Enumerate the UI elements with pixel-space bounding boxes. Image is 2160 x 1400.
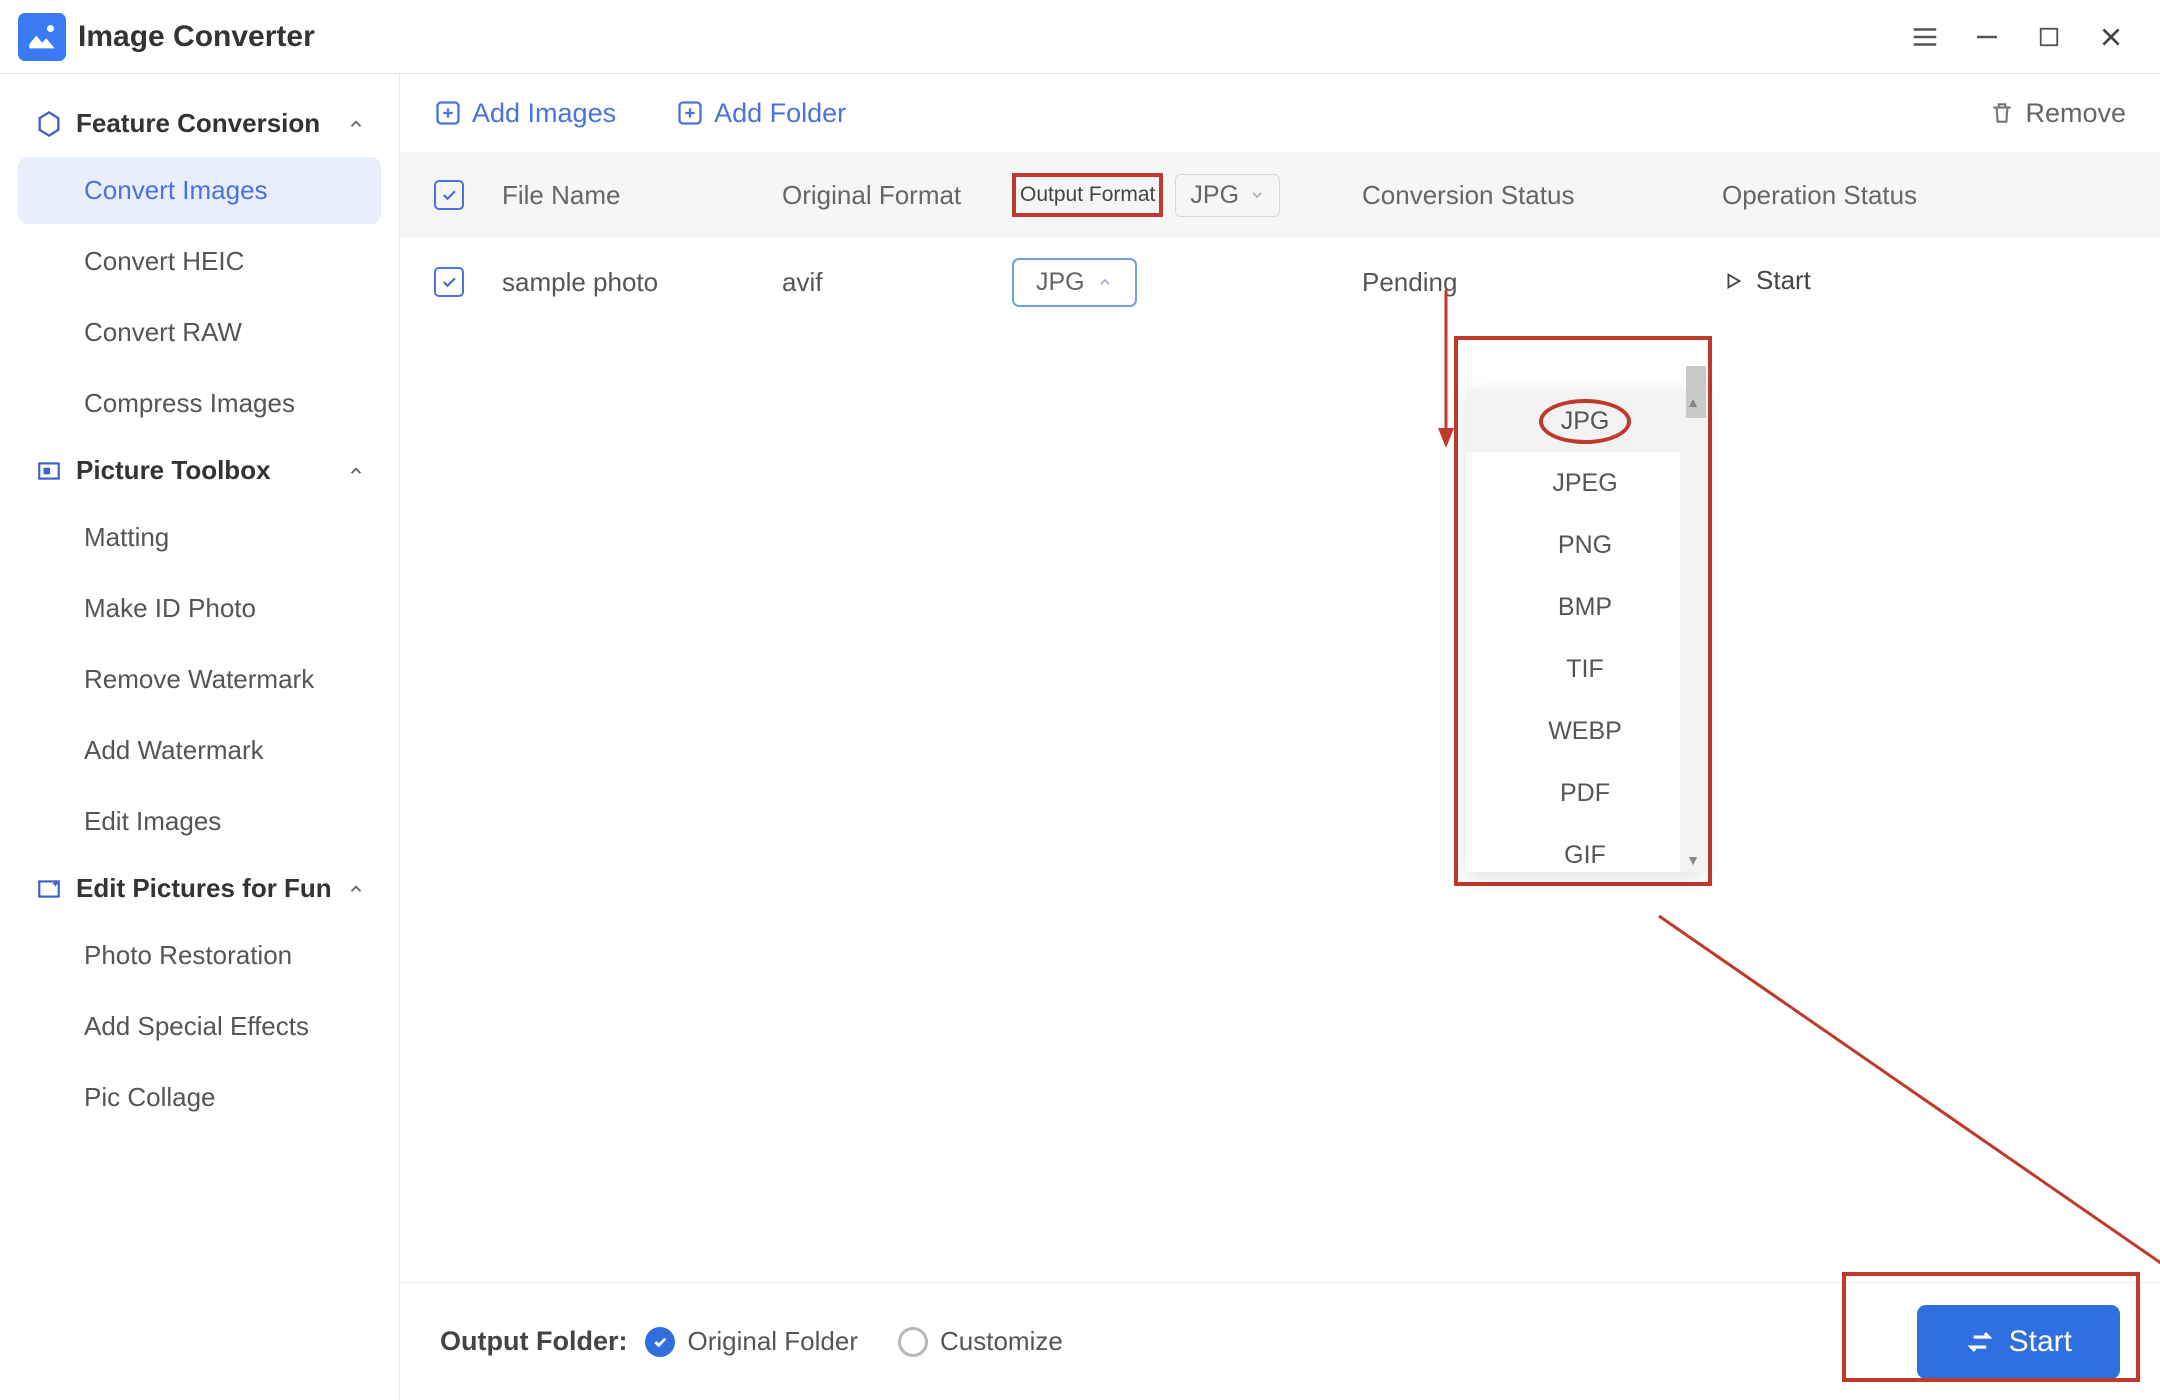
close-button[interactable] (2080, 6, 2142, 68)
button-label: Add Images (472, 98, 616, 129)
sidebar-group-feature-conversion[interactable]: Feature Conversion (12, 94, 387, 153)
sidebar-item-convert-images[interactable]: Convert Images (18, 157, 381, 224)
maximize-button[interactable] (2018, 6, 2080, 68)
output-folder-label: Output Folder: (440, 1326, 627, 1357)
app-logo-icon (18, 13, 66, 61)
plus-box-icon (434, 99, 462, 127)
scroll-down-arrow-icon[interactable]: ▼ (1686, 852, 1700, 868)
minimize-button[interactable] (1956, 6, 2018, 68)
sidebar-item-make-id-photo[interactable]: Make ID Photo (18, 575, 381, 642)
dropdown-option-gif[interactable]: GIF (1466, 824, 1704, 872)
sparkle-image-icon (34, 874, 64, 904)
main-pane: Add Images Add Folder Remove File Name O… (400, 74, 2160, 1400)
play-icon (1722, 270, 1744, 292)
sidebar-item-add-watermark[interactable]: Add Watermark (18, 717, 381, 784)
sidebar-item-pic-collage[interactable]: Pic Collage (18, 1064, 381, 1131)
table-row: sample photo avif JPG Pending Start (400, 238, 2160, 326)
radio-original-folder[interactable]: Original Folder (645, 1326, 858, 1357)
cell-conversion-status: Pending (1362, 267, 1682, 298)
bottom-bar: Output Folder: Original Folder Customize… (400, 1282, 2160, 1400)
col-header-original-format: Original Format (782, 180, 1012, 211)
toolbox-icon (34, 456, 64, 486)
sidebar-item-edit-images[interactable]: Edit Images (18, 788, 381, 855)
sidebar-group-label: Picture Toolbox (76, 455, 271, 486)
row-checkbox[interactable] (434, 267, 464, 297)
chevron-up-icon (1097, 274, 1113, 290)
button-label: Remove (2025, 98, 2126, 129)
hamburger-menu-icon[interactable] (1894, 6, 1956, 68)
button-label: Start (1756, 265, 1811, 296)
col-header-operation-status: Operation Status (1722, 180, 1942, 211)
radio-customize[interactable]: Customize (898, 1326, 1063, 1357)
add-images-button[interactable]: Add Images (434, 98, 616, 129)
sidebar-group-label: Feature Conversion (76, 108, 320, 139)
radio-label: Customize (940, 1326, 1063, 1357)
table-header: File Name Original Format Output Format … (400, 152, 2160, 238)
cell-file-name: sample photo (502, 267, 782, 298)
sidebar-item-convert-heic[interactable]: Convert HEIC (18, 228, 381, 295)
dropdown-scrollbar[interactable] (1680, 390, 1704, 872)
scrollbar-thumb[interactable] (1686, 366, 1706, 418)
sidebar-item-add-special-effects[interactable]: Add Special Effects (18, 993, 381, 1060)
sidebar-item-compress-images[interactable]: Compress Images (18, 370, 381, 437)
start-button[interactable]: Start (1917, 1305, 2120, 1379)
col-header-file-name: File Name (502, 180, 782, 211)
dropdown-option-png[interactable]: PNG (1466, 514, 1704, 576)
toolbar: Add Images Add Folder Remove (400, 74, 2160, 152)
app-title: Image Converter (78, 20, 315, 54)
chevron-up-icon (347, 115, 365, 133)
sidebar-item-matting[interactable]: Matting (18, 504, 381, 571)
scroll-up-arrow-icon[interactable]: ▲ (1686, 394, 1700, 410)
sidebar-group-picture-toolbox[interactable]: Picture Toolbox (12, 441, 387, 500)
chevron-down-icon (1249, 187, 1265, 203)
output-format-global-select[interactable]: JPG (1175, 174, 1280, 217)
col-header-output-format: Output Format (1012, 173, 1163, 217)
chevron-up-icon (347, 880, 365, 898)
check-icon (652, 1334, 668, 1350)
col-header-conversion-status: Conversion Status (1362, 180, 1682, 211)
add-folder-button[interactable]: Add Folder (676, 98, 846, 129)
title-bar: Image Converter (0, 0, 2160, 74)
button-label: Start (2009, 1325, 2072, 1359)
hexagon-icon (34, 109, 64, 139)
row-output-format-select[interactable]: JPG (1012, 258, 1137, 307)
cell-original-format: avif (782, 267, 1012, 298)
sidebar-group-label: Edit Pictures for Fun (76, 873, 332, 904)
plus-box-icon (676, 99, 704, 127)
dropdown-list[interactable]: JPG JPEG PNG BMP TIF WEBP PDF GIF (1466, 390, 1704, 872)
select-all-checkbox[interactable] (434, 180, 464, 210)
sidebar-item-remove-watermark[interactable]: Remove Watermark (18, 646, 381, 713)
radio-label: Original Folder (687, 1326, 858, 1357)
dropdown-option-jpeg[interactable]: JPEG (1466, 452, 1704, 514)
row-start-button[interactable]: Start (1722, 265, 1811, 296)
sidebar-item-photo-restoration[interactable]: Photo Restoration (18, 922, 381, 989)
dropdown-option-webp[interactable]: WEBP (1466, 700, 1704, 762)
sidebar: Feature Conversion Convert Images Conver… (0, 74, 400, 1400)
select-value: JPG (1190, 181, 1239, 210)
chevron-up-icon (347, 462, 365, 480)
trash-icon (1989, 100, 2015, 126)
sidebar-group-edit-pictures-fun[interactable]: Edit Pictures for Fun (12, 859, 387, 918)
dropdown-option-jpg[interactable]: JPG (1466, 390, 1704, 452)
button-label: Add Folder (714, 98, 846, 129)
dropdown-option-pdf[interactable]: PDF (1466, 762, 1704, 824)
swap-icon (1965, 1327, 1995, 1357)
select-value: JPG (1036, 268, 1085, 297)
remove-button[interactable]: Remove (1989, 98, 2126, 129)
sidebar-item-convert-raw[interactable]: Convert RAW (18, 299, 381, 366)
output-format-dropdown: JPG JPEG PNG BMP TIF WEBP PDF GIF ▲ ▼ (1454, 336, 1712, 886)
dropdown-option-bmp[interactable]: BMP (1466, 576, 1704, 638)
dropdown-option-tif[interactable]: TIF (1466, 638, 1704, 700)
